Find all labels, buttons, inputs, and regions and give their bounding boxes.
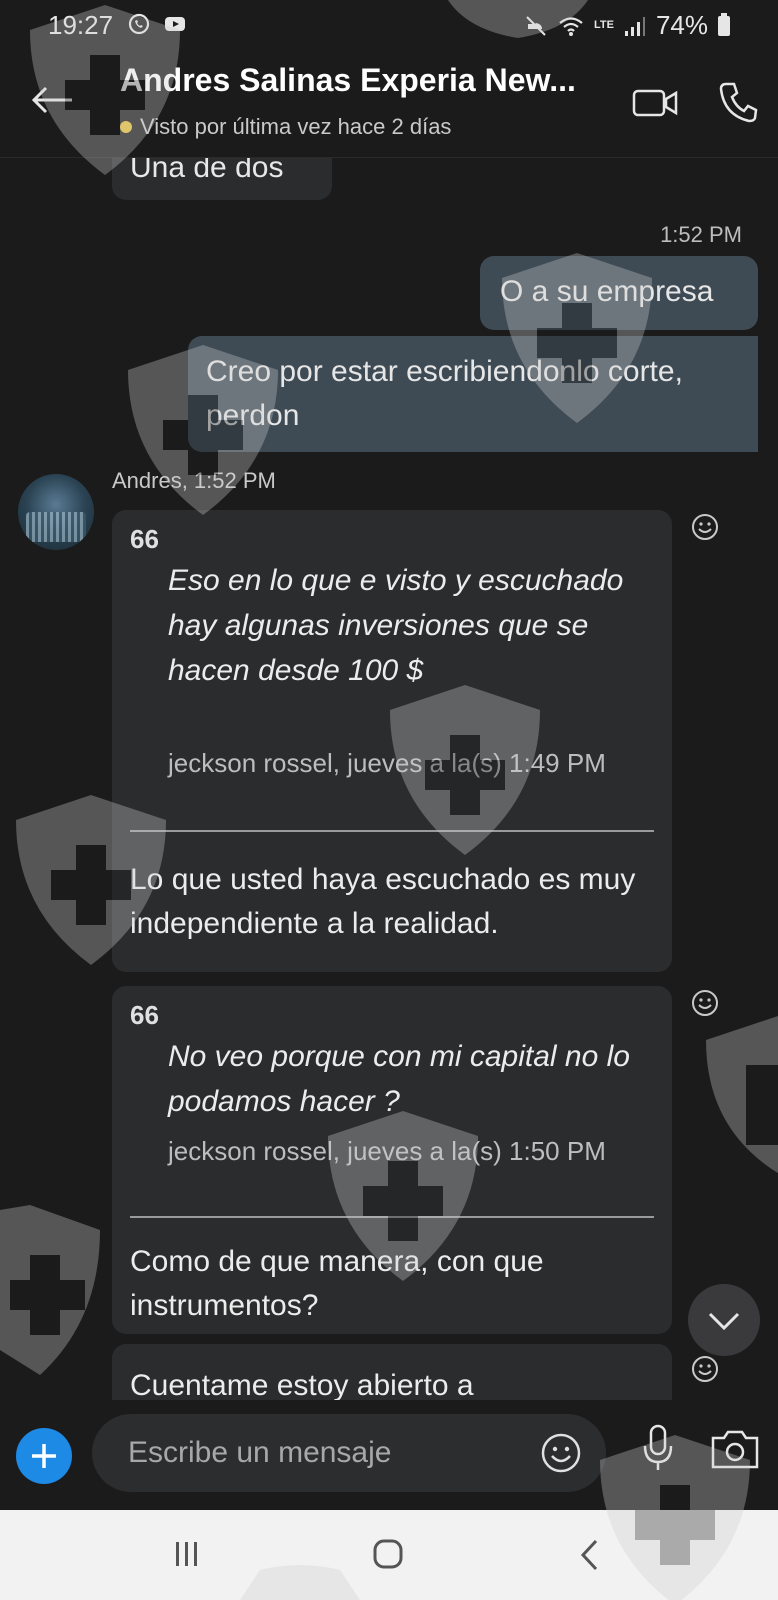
status-bar: 19:27 LTE 74% bbox=[0, 0, 778, 50]
sender-name-time: Andres, 1:52 PM bbox=[112, 468, 276, 493]
message-text: O a su empresa bbox=[500, 275, 714, 308]
message-bubble-outgoing[interactable]: O a su empresa bbox=[480, 256, 758, 330]
compose-bar bbox=[0, 1400, 778, 1510]
video-call-icon[interactable] bbox=[632, 88, 678, 118]
quote-icon: 66 bbox=[130, 1000, 159, 1030]
message-text: Una de dos bbox=[130, 158, 284, 184]
wifi-icon bbox=[559, 16, 583, 36]
last-seen-status: Visto por última vez hace 2 días bbox=[120, 114, 451, 140]
plus-icon bbox=[32, 1444, 56, 1468]
message-list[interactable]: Una de dos 1:52 PM O a su empresa Creo p… bbox=[0, 158, 778, 1400]
message-bubble-partial-top[interactable]: Una de dos bbox=[112, 158, 332, 200]
reply-text: Como de que manera, con que instrumentos… bbox=[130, 1245, 544, 1322]
emoji-reaction-icon[interactable] bbox=[690, 988, 720, 1018]
quoted-text: No veo porque con mi capital no lo podam… bbox=[168, 1040, 630, 1118]
message-bubble-outgoing[interactable]: Creo por estar escribiendonlo corte, per… bbox=[188, 336, 758, 452]
quoted-author-meta: jeckson rossel, jueves a la(s) 1:50 PM bbox=[168, 1136, 606, 1166]
camera-icon[interactable] bbox=[710, 1428, 760, 1470]
recents-icon[interactable] bbox=[172, 1540, 202, 1568]
add-button[interactable] bbox=[16, 1428, 72, 1484]
message-input[interactable] bbox=[128, 1432, 508, 1474]
reply-text: Cuentame estoy abierto a bbox=[130, 1369, 474, 1400]
quoted-reply-message[interactable]: 66 Eso en lo que e visto y escuchado hay… bbox=[112, 510, 672, 972]
quote-icon: 66 bbox=[130, 524, 159, 554]
whatsapp-icon bbox=[128, 13, 150, 35]
microphone-icon[interactable] bbox=[640, 1422, 676, 1474]
network-type: LTE bbox=[593, 19, 614, 31]
phone-icon[interactable] bbox=[718, 80, 758, 124]
chevron-down-icon bbox=[708, 1312, 740, 1331]
system-nav-bar bbox=[0, 1510, 778, 1600]
quote-divider bbox=[130, 830, 654, 832]
battery-percent: 74% bbox=[655, 10, 708, 40]
chat-title[interactable]: Andres Salinas Experia New... bbox=[120, 62, 576, 99]
scroll-to-bottom-button[interactable] bbox=[688, 1284, 760, 1356]
mute-icon bbox=[526, 15, 546, 36]
quoted-text: Eso en lo que e visto y escuchado hay al… bbox=[168, 564, 624, 687]
quote-divider bbox=[130, 1216, 654, 1218]
presence-dot bbox=[120, 121, 132, 133]
signal-icon bbox=[624, 16, 645, 36]
message-bubble-partial-bottom[interactable]: Cuentame estoy abierto a bbox=[112, 1344, 672, 1400]
last-seen-text: Visto por última vez hace 2 días bbox=[140, 114, 452, 139]
emoji-reaction-icon[interactable] bbox=[690, 512, 720, 542]
battery-icon bbox=[718, 12, 730, 36]
chat-header: Andres Salinas Experia New... Visto por … bbox=[0, 50, 778, 158]
youtube-icon bbox=[165, 17, 185, 31]
quoted-reply-message[interactable]: 66 No veo porque con mi capital no lo po… bbox=[112, 986, 672, 1334]
message-text: Creo por estar escribiendonlo corte, per… bbox=[206, 355, 683, 432]
reply-text: Lo que usted haya escuchado es muy indep… bbox=[130, 863, 636, 940]
quoted-author-meta: jeckson rossel, jueves a la(s) 1:49 PM bbox=[168, 748, 606, 778]
avatar[interactable] bbox=[18, 474, 94, 550]
message-input-container bbox=[92, 1414, 606, 1492]
status-right: LTE 74% bbox=[524, 10, 730, 41]
message-timestamp: 1:52 PM bbox=[660, 222, 742, 247]
emoji-reaction-icon[interactable] bbox=[690, 1354, 720, 1384]
back-icon[interactable] bbox=[578, 1538, 600, 1572]
emoji-icon[interactable] bbox=[540, 1432, 582, 1474]
status-time: 19:27 bbox=[48, 10, 114, 40]
back-arrow-icon[interactable] bbox=[28, 80, 76, 120]
home-icon[interactable] bbox=[372, 1538, 404, 1570]
